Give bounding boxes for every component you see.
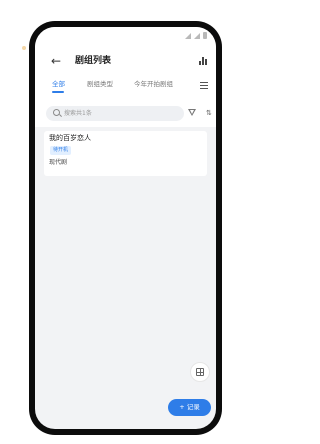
- list-item[interactable]: 我的百岁恋人 待开机 现代剧: [44, 131, 207, 176]
- tab-crew-type[interactable]: 剧组类型: [87, 80, 113, 89]
- page-title: 剧组列表: [75, 56, 112, 66]
- grid-icon: [196, 368, 204, 376]
- back-arrow-icon[interactable]: ←: [51, 54, 61, 68]
- decorative-dot: [22, 46, 26, 50]
- add-record-button[interactable]: + 记录: [168, 399, 211, 416]
- crew-title: 我的百岁恋人: [49, 134, 91, 142]
- signal-icon: [194, 32, 200, 39]
- status-badge: 待开机: [50, 146, 72, 155]
- menu-icon[interactable]: [200, 82, 208, 89]
- tab-this-year-shooting[interactable]: 今年开拍剧组: [134, 80, 173, 89]
- tab-bar: 全部 剧组类型 今年开拍剧组: [35, 77, 216, 95]
- tab-all[interactable]: 全部: [52, 80, 65, 89]
- battery-icon: [203, 32, 207, 39]
- app-screen: ← 剧组列表 全部 剧组类型 今年开拍剧组 搜索共1条 ⇅ 我的百岁恋人 待开机…: [35, 27, 216, 429]
- grid-view-button[interactable]: [190, 362, 210, 382]
- filter-icon[interactable]: [188, 109, 196, 116]
- add-record-label: + 记录: [179, 403, 200, 411]
- statistics-chart-icon[interactable]: [199, 57, 208, 65]
- search-input[interactable]: 搜索共1条: [46, 106, 184, 121]
- active-tab-indicator: [52, 91, 64, 93]
- crew-genre: 现代剧: [49, 159, 68, 166]
- sort-icon[interactable]: ⇅: [206, 109, 212, 117]
- status-bar: [185, 32, 207, 39]
- wifi-icon: [185, 32, 191, 39]
- search-placeholder: 搜索共1条: [64, 110, 92, 117]
- search-icon: [53, 109, 60, 116]
